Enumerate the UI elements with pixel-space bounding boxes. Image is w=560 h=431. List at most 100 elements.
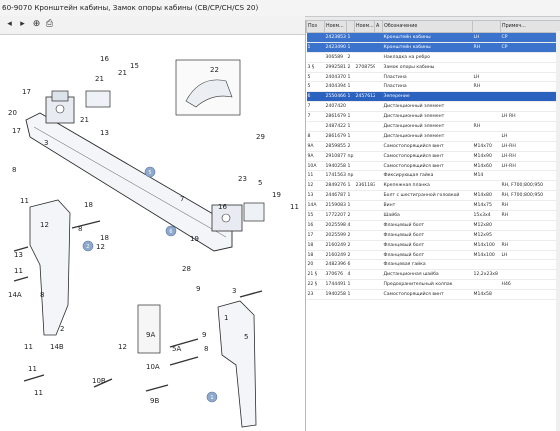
table-cell: 4	[346, 220, 355, 231]
table-row[interactable]: 18 2160249 2 Фланцевый болт M14x100 RH	[306, 240, 560, 251]
table-row[interactable]: 3 § 2992581 2 2708759 Замок опоры кабины	[306, 62, 560, 73]
table-row[interactable]: 2487422 1 Дистанционный элемент RH	[306, 121, 560, 132]
table-row[interactable]: 10A 1940258 1 Самостопорящийся винт M14x60 LH…	[306, 161, 560, 172]
column-header[interactable]: Поз	[306, 20, 325, 33]
table-cell: 2407420	[324, 101, 347, 113]
table-row[interactable]: 21 § 370676 4 Дистанционная шайба 12,2x23x8	[306, 269, 560, 281]
table-row[interactable]: 2423853 1 Кронштейн кабины LH CP	[306, 32, 560, 43]
table-row[interactable]: 6 2550466 1 2457612 Зеперение	[306, 91, 560, 103]
column-header[interactable]: Ноем...	[324, 20, 347, 33]
table-row[interactable]: 18 2160249 2 Фланцевый болт M14x100 LH	[306, 250, 560, 261]
table-cell: Фланцевая гайка	[382, 259, 473, 271]
table-cell	[374, 180, 383, 192]
table-cell: Крепежная планка	[382, 180, 473, 192]
table-cell: Фланцевый болт	[382, 230, 473, 241]
table-row[interactable]: 9A 2859855 2 Самостопорящийся винт M14x70 LH-…	[306, 141, 560, 152]
parts-table: Поз Ноем... Ноем... A Обозначение Примеч…	[306, 20, 560, 301]
table-cell	[374, 81, 383, 93]
table-cell: 23	[306, 289, 325, 301]
table-row[interactable]: 5 2404370 1 Пластина LH	[306, 72, 560, 83]
table-row[interactable]: 1 2423490 1 Кронштейн кабины RH CP	[306, 42, 560, 53]
table-row[interactable]: 13 2446787 1 Болт с шестигранной головкой M1…	[306, 190, 560, 202]
table-cell: 2457612	[354, 91, 375, 103]
table-cell: 8	[306, 131, 325, 142]
table-cell	[354, 200, 375, 212]
table-cell	[472, 279, 501, 291]
callout-label: 16	[218, 203, 227, 211]
table-cell	[354, 250, 375, 261]
table-cell	[374, 161, 383, 172]
column-header[interactable]: A	[374, 20, 383, 33]
print-icon[interactable]: ⎙	[44, 19, 55, 30]
item-bubble[interactable]: 5	[144, 166, 156, 178]
table-cell: Дистанционный элемент	[382, 121, 473, 132]
table-cell	[374, 250, 383, 261]
table-cell: 2423853	[324, 32, 347, 43]
item-bubble[interactable]: 2	[82, 240, 94, 252]
table-cell: M14x100	[472, 240, 501, 251]
item-bubble[interactable]: 6	[165, 225, 177, 237]
parts-diagram[interactable]: 16 21 15 21 20 22 17 17 3 13 8 21 29 7 1…	[0, 35, 305, 431]
table-row[interactable]: 306589 2 Накладка на ребро	[306, 52, 560, 63]
table-cell	[472, 259, 501, 271]
table-cell: 1	[346, 72, 355, 83]
table-cell: 2	[346, 230, 355, 241]
prev-icon[interactable]: ◂	[4, 19, 15, 30]
column-header[interactable]: Обозначение	[382, 20, 473, 33]
table-cell	[354, 289, 375, 301]
table-cell: 2487422	[324, 121, 347, 132]
table-row[interactable]: 23 1940258 1 Самостопорящийся винт M14x58	[306, 289, 560, 301]
table-cell	[374, 131, 383, 142]
zoom-in-icon[interactable]: ⊕	[31, 19, 42, 30]
table-cell: 1	[346, 289, 355, 301]
table-cell: 306589	[324, 52, 347, 63]
table-row[interactable]: 14A 2159083 1 Винт M14x75 RH	[306, 200, 560, 212]
table-cell: LH-RH	[500, 141, 560, 152]
table-row[interactable]: 7 2861679 1 Дистанционный элемент LH RH	[306, 111, 560, 123]
table-cell	[500, 101, 560, 113]
table-cell	[472, 52, 501, 63]
column-header[interactable]: Примеч...	[500, 20, 560, 33]
table-cell: 2	[346, 240, 355, 251]
table-cell	[374, 151, 383, 162]
table-cell	[500, 289, 560, 301]
table-cell	[374, 220, 383, 231]
next-icon[interactable]: ▸	[17, 19, 28, 30]
callout-label: 18	[84, 201, 93, 209]
table-cell	[354, 230, 375, 241]
table-row[interactable]: 5 2404394 1 Пластина RH	[306, 81, 560, 93]
table-scrollbar[interactable]	[556, 31, 560, 431]
table-row[interactable]: 8 2861679 1 Дистанционный элемент LH	[306, 131, 560, 142]
table-row[interactable]: 9A 2910877 пр Самостопорящийся винт M14x90 LH…	[306, 151, 560, 162]
table-cell: 2361183	[354, 180, 375, 192]
table-cell: M14x80	[472, 190, 501, 202]
callout-label: 9B	[150, 397, 159, 405]
callout-label: 14A	[8, 291, 22, 299]
callout-label: 12	[96, 243, 105, 251]
table-row[interactable]: 11 1741563 пр Фиксирующая гайка M14	[306, 170, 560, 182]
column-header[interactable]	[472, 20, 501, 33]
table-cell	[374, 32, 383, 43]
callout-label: 17	[22, 88, 31, 96]
column-header[interactable]	[346, 20, 355, 33]
item-bubble[interactable]: 1	[206, 391, 218, 403]
table-row[interactable]: 7 2407420 Дистанционный элемент	[306, 101, 560, 113]
table-cell	[306, 121, 325, 132]
callout-label: 14B	[50, 343, 64, 351]
table-cell: 20	[306, 259, 325, 271]
table-row[interactable]: 17 2025599 2 Фланцевый болт M12x95	[306, 230, 560, 241]
table-cell: Предохранительный колпак	[382, 279, 473, 291]
table-cell: 1	[346, 180, 355, 192]
table-cell: 370676	[324, 269, 347, 281]
table-cell: 2025599	[324, 230, 347, 241]
table-row[interactable]: 22 § 1744491 1 Предохранительный колпак H46	[306, 279, 560, 291]
diagram-toolbar: ◂ ▸ ⊕ ⎙	[0, 16, 305, 35]
table-row[interactable]: 12 2849276 1 2361183 Крепежная планка RH, F70…	[306, 180, 560, 192]
table-cell: 2	[346, 62, 355, 73]
table-row[interactable]: 15 1772207 2 Шайба 15x3x4 RH	[306, 210, 560, 221]
table-cell	[354, 52, 375, 63]
callout-label: 11	[20, 197, 29, 205]
table-row[interactable]: 16 2025598 4 Фланцевый болт M12x80	[306, 220, 560, 231]
column-header[interactable]: Ноем...	[354, 20, 375, 33]
table-row[interactable]: 20 2482396 6 Фланцевая гайка	[306, 259, 560, 271]
